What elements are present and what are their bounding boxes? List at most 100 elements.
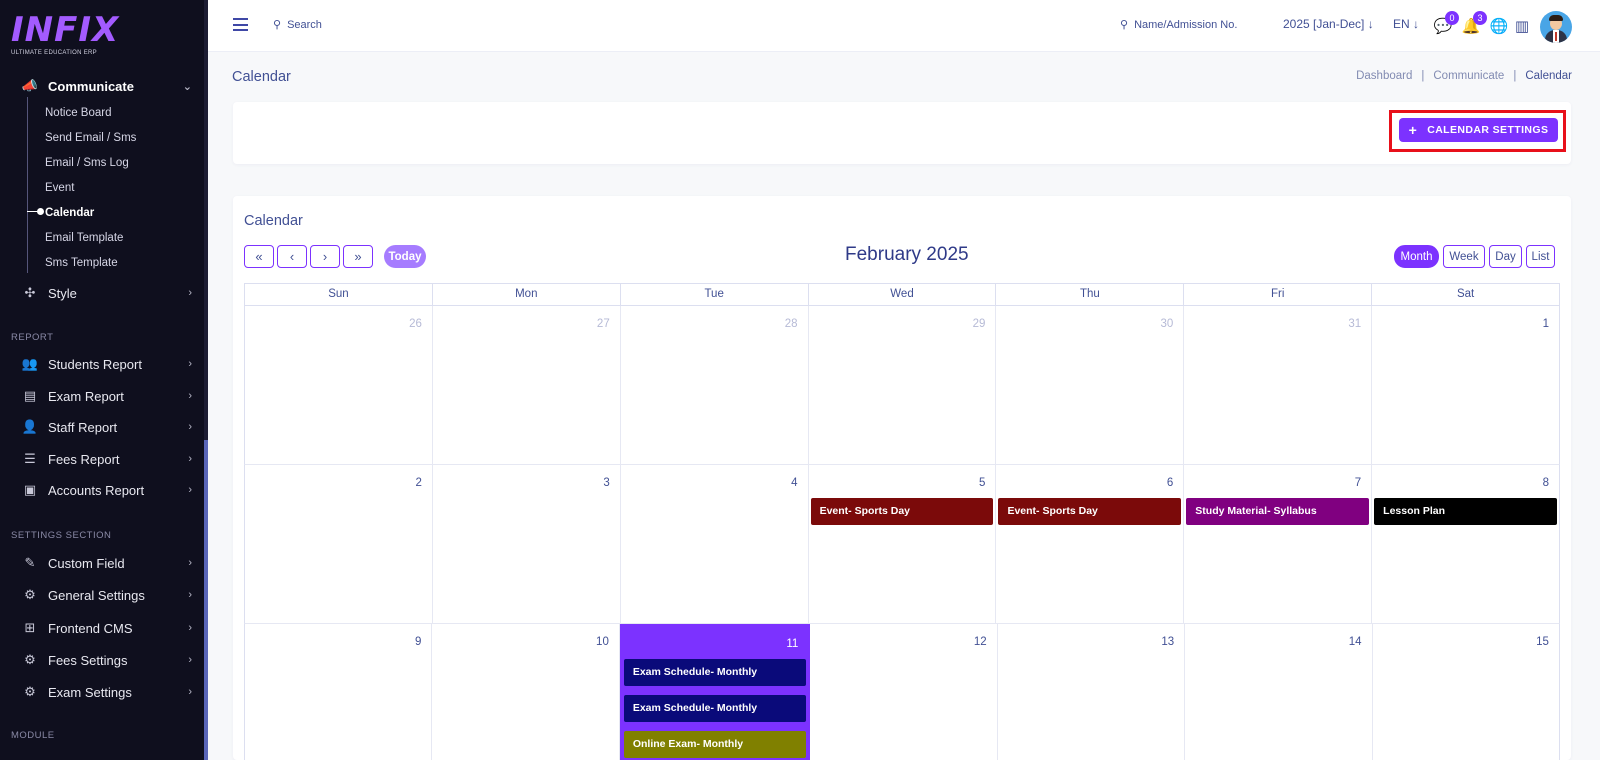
sidebar-item-fees-report[interactable]: ☰ Fees Report › [22,446,192,472]
calendar-day-cell[interactable]: 11 Exam Schedule- Monthly Exam Schedule- M… [619,624,811,760]
calendar-day-cell[interactable]: 13 [998,624,1186,760]
calendar-day-cell[interactable]: 27 [433,306,621,464]
sidebar-subitem-send-email-sms[interactable]: Send Email / Sms [45,128,136,148]
language-selector[interactable]: EN ↓ [1393,17,1419,31]
calendar-day-cell[interactable]: 30 [996,306,1185,464]
sidebar-item-students-report[interactable]: 👥 Students Report › [22,351,192,377]
view-day-button[interactable]: Day [1489,245,1522,268]
day-number[interactable]: 12 [974,636,987,648]
calendar-settings-button[interactable]: + CALENDAR SETTINGS [1399,118,1558,142]
sidebar-item-general-settings[interactable]: ⚙ General Settings › [22,582,192,608]
day-number[interactable]: 27 [597,318,610,330]
calendar-day-cell[interactable]: 7 Study Material- Syllabus [1184,465,1373,623]
sidebar-item-accounts-report[interactable]: ▣ Accounts Report › [22,477,192,503]
user-cog-icon: 👤 [21,419,39,434]
day-number[interactable]: 31 [1348,318,1361,330]
session-selector[interactable]: 2025 [Jan-Dec] ↓ [1283,17,1374,31]
calendar-day-cell[interactable]: 2 [245,465,433,623]
bell-icon[interactable]: 🔔 3 [1462,11,1487,35]
sidebar-item-style[interactable]: ✣ Style › [22,280,192,306]
sidebar-subitem-notice-board[interactable]: Notice Board [45,103,111,123]
day-number[interactable]: 7 [1355,477,1361,489]
calendar-event[interactable]: Event- Sports Day [810,498,994,525]
calendar-day-cell[interactable]: 4 [621,465,809,623]
calendar-day-cell[interactable]: 12 [810,624,998,760]
calendar-day-cell[interactable]: 15 [1373,624,1559,760]
calendar-event[interactable]: Exam Schedule- Monthly [623,695,807,722]
calendar-day-cell[interactable]: 5 Event- Sports Day [809,465,997,623]
day-number[interactable]: 4 [791,477,797,489]
sidebar-scrollbar-thumb[interactable] [204,440,208,760]
calendar-day-cell[interactable]: 1 [1372,306,1559,464]
calendar-day-cell[interactable]: 9 [245,624,433,760]
calendar-event[interactable]: Lesson Plan [1374,498,1558,525]
day-number[interactable]: 6 [1167,477,1173,489]
day-number[interactable]: 30 [1161,318,1174,330]
logo-tagline: ULTIMATE EDUCATION ERP [11,50,97,56]
report-icon[interactable]: ▥ [1513,17,1531,35]
sidebar-subitem-event[interactable]: Event [45,178,74,198]
sidebar-item-staff-report[interactable]: 👤 Staff Report › [22,414,192,440]
calendar-event[interactable]: Study Material- Syllabus [1186,498,1370,525]
calendar-day-cell[interactable]: 6 Event- Sports Day [996,465,1185,623]
sidebar-item-communicate[interactable]: 📣 Communicate ⌄ [22,73,192,99]
calendar-day-cell[interactable]: 3 [433,465,621,623]
day-number[interactable]: 3 [603,477,609,489]
day-number[interactable]: 29 [973,318,986,330]
weekday-header: Tue [621,284,809,305]
sidebar-subitem-sms-template[interactable]: Sms Template [45,253,118,273]
calendar-event[interactable]: Exam Schedule- Monthly [623,659,807,686]
day-number[interactable]: 1 [1543,318,1549,330]
day-number[interactable]: 14 [1349,636,1362,648]
brand-logo[interactable]: INFIX ULTIMATE EDUCATION ERP [11,12,119,56]
day-number[interactable]: 9 [415,636,421,648]
prev-month-button[interactable]: ‹ [277,245,307,268]
sidebar-subitem-email-sms-log[interactable]: Email / Sms Log [45,153,129,173]
next-year-button[interactable]: » [343,245,373,268]
chevron-right-icon: › [188,421,192,433]
day-number[interactable]: 15 [1536,636,1549,648]
calendar-day-cell[interactable]: 10 [432,624,620,760]
breadcrumb-dashboard[interactable]: Dashboard [1356,70,1412,82]
breadcrumb-current: Calendar [1525,70,1572,82]
day-number[interactable]: 2 [415,477,421,489]
view-list-button[interactable]: List [1526,245,1555,268]
global-search-input[interactable]: ⚲ Search [273,18,322,32]
chevron-right-icon: › [188,686,192,698]
sidebar-item-exam-settings[interactable]: ⚙ Exam Settings › [22,679,192,705]
calendar-day-cell[interactable]: 26 [245,306,433,464]
today-button[interactable]: Today [384,245,426,268]
calendar-day-cell[interactable]: 14 [1185,624,1373,760]
messages-icon[interactable]: 💬 0 [1434,11,1459,35]
sidebar-item-custom-field[interactable]: ✎ Custom Field › [22,550,192,576]
sidebar-subitem-email-template[interactable]: Email Template [45,228,123,248]
breadcrumb-communicate[interactable]: Communicate [1433,70,1504,82]
avatar[interactable] [1540,11,1572,43]
globe-icon[interactable]: 🌐 [1490,17,1509,35]
sidebar-item-label: General Settings [48,587,145,603]
view-month-button[interactable]: Month [1394,245,1439,268]
calendar-day-cell[interactable]: 28 [621,306,809,464]
calendar-event[interactable]: Event- Sports Day [998,498,1182,525]
day-number[interactable]: 26 [409,318,422,330]
sidebar-item-fees-settings[interactable]: ⚙ Fees Settings › [22,647,192,673]
hamburger-menu-icon[interactable] [233,18,248,31]
calendar-event[interactable]: Online Exam- Monthly [623,731,807,758]
sidebar-item-label: Frontend CMS [48,620,133,636]
calendar-day-cell[interactable]: 29 [809,306,997,464]
sidebar-item-frontend-cms[interactable]: ⊞ Frontend CMS › [22,615,192,641]
calendar-day-cell[interactable]: 31 [1184,306,1373,464]
prev-year-button[interactable]: « [244,245,274,268]
next-month-button[interactable]: › [310,245,340,268]
student-search-input[interactable]: ⚲ Name/Admission No. [1120,18,1237,32]
calendar-day-cell[interactable]: 8 Lesson Plan [1372,465,1559,623]
sidebar-subitem-calendar[interactable]: Calendar [45,203,94,223]
day-number[interactable]: 11 [786,638,798,650]
day-number[interactable]: 8 [1543,477,1549,489]
day-number[interactable]: 13 [1161,636,1174,648]
sidebar-item-exam-report[interactable]: ▤ Exam Report › [22,383,192,409]
day-number[interactable]: 28 [785,318,798,330]
day-number[interactable]: 5 [979,477,985,489]
view-week-button[interactable]: Week [1443,245,1485,268]
day-number[interactable]: 10 [596,636,609,648]
